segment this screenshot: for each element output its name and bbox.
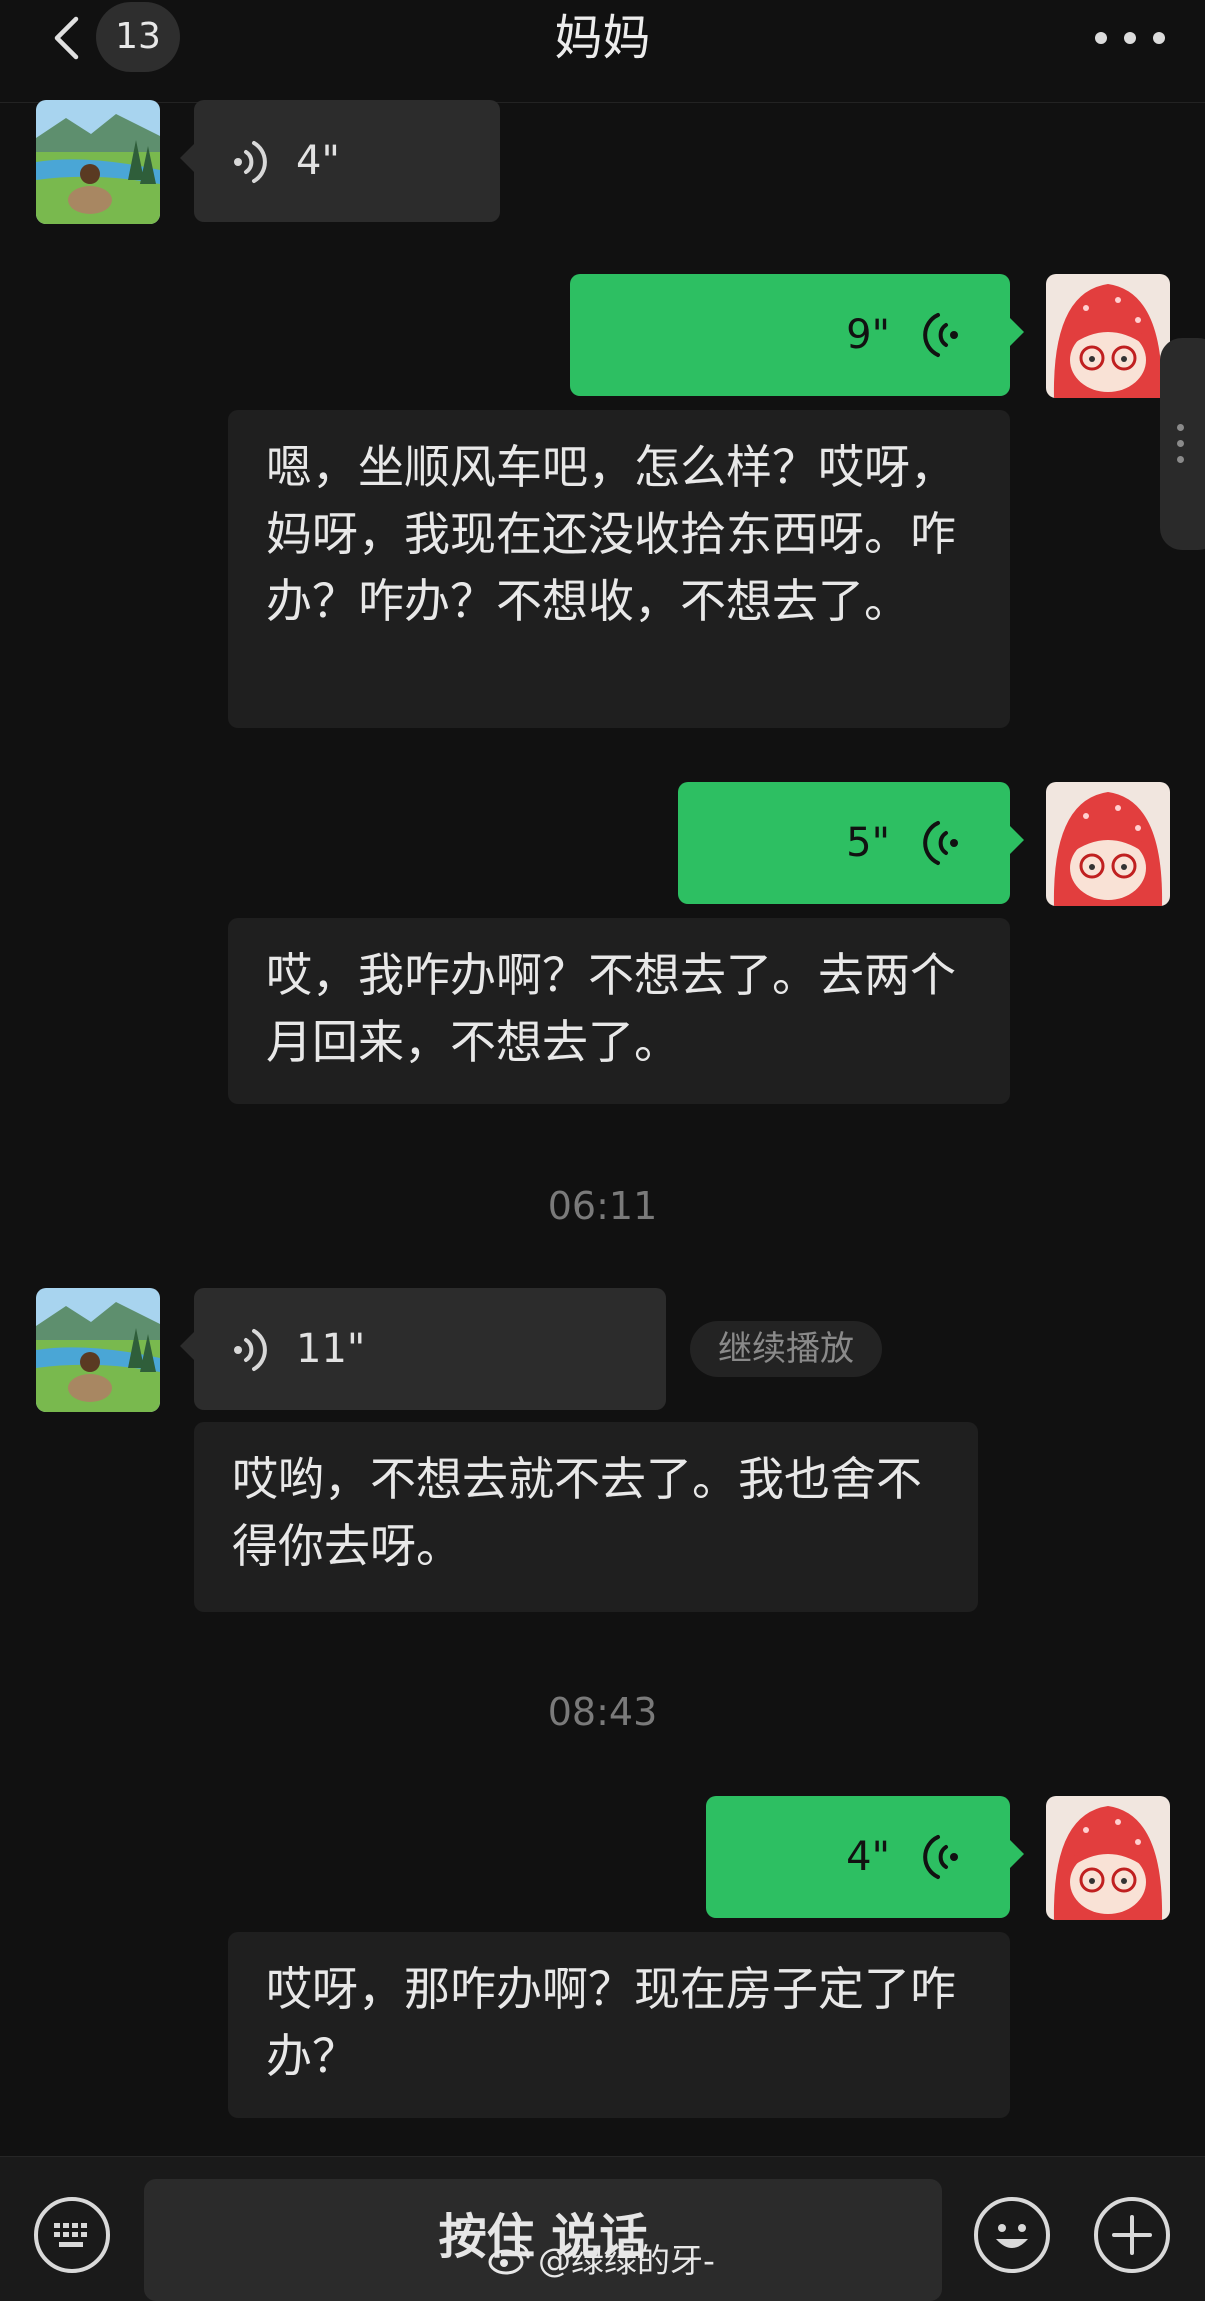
weibo-icon — [488, 2243, 530, 2275]
voice-wave-icon — [234, 1329, 267, 1371]
plus-icon[interactable] — [1094, 2197, 1170, 2273]
incoming-voice-message[interactable]: 4" — [180, 100, 500, 222]
outgoing-voice-message[interactable]: 4" — [706, 1796, 1024, 1918]
message-timestamp: 08:43 — [547, 1690, 658, 1734]
voice-transcript: 哎哟，不想去就不去了。我也舍不得你去呀。 — [194, 1422, 978, 1612]
my-avatar[interactable] — [1046, 1796, 1170, 1920]
continue-playing-button[interactable]: 继续播放 — [690, 1321, 882, 1377]
voice-duration: 4" — [296, 138, 340, 184]
voice-transcript: 嗯，坐顺风车吧，怎么样？哎呀，妈呀，我现在还没收拾东西呀。咋办？咋办？不想收，不… — [228, 410, 1010, 728]
bubble-tail — [1010, 318, 1024, 346]
message-timestamp: 06:11 — [547, 1184, 658, 1228]
voice-wave-icon — [923, 313, 958, 357]
bubble-tail — [1010, 826, 1024, 854]
bubble-tail — [1010, 1840, 1024, 1868]
voice-duration: 11" — [296, 1326, 366, 1372]
voice-transcript: 哎，我咋办啊？不想去了。去两个月回来，不想去了。 — [228, 918, 1010, 1104]
more-icon[interactable] — [1095, 20, 1165, 56]
voice-duration: 4" — [846, 1834, 890, 1880]
keyboard-icon[interactable] — [34, 2197, 110, 2273]
outgoing-voice-message[interactable]: 5" — [678, 782, 1024, 904]
voice-wave-icon — [234, 141, 267, 183]
voice-transcript: 哎呀，那咋办啊？现在房子定了咋办？ — [228, 1932, 1010, 2118]
chat-title: 妈妈 — [554, 10, 651, 66]
watermark-text: @绿绿的牙- — [538, 2241, 715, 2280]
outgoing-voice-message[interactable]: 9" — [570, 274, 1024, 396]
emoji-icon[interactable] — [974, 2197, 1050, 2273]
side-panel-handle[interactable] — [1160, 338, 1205, 550]
bubble-tail — [180, 1332, 194, 1360]
weibo-watermark: @绿绿的牙- — [488, 2234, 715, 2282]
mom-avatar[interactable] — [36, 100, 160, 224]
my-avatar[interactable] — [1046, 782, 1170, 906]
voice-wave-icon — [923, 1835, 958, 1879]
bubble-tail — [180, 144, 194, 172]
chat-header: 13 妈妈 — [0, 0, 1205, 103]
mom-avatar[interactable] — [36, 1288, 160, 1412]
incoming-voice-message[interactable]: 11" — [180, 1288, 666, 1410]
my-avatar[interactable] — [1046, 274, 1170, 398]
voice-duration: 9" — [846, 312, 890, 358]
voice-duration: 5" — [846, 820, 890, 866]
voice-wave-icon — [923, 821, 958, 865]
